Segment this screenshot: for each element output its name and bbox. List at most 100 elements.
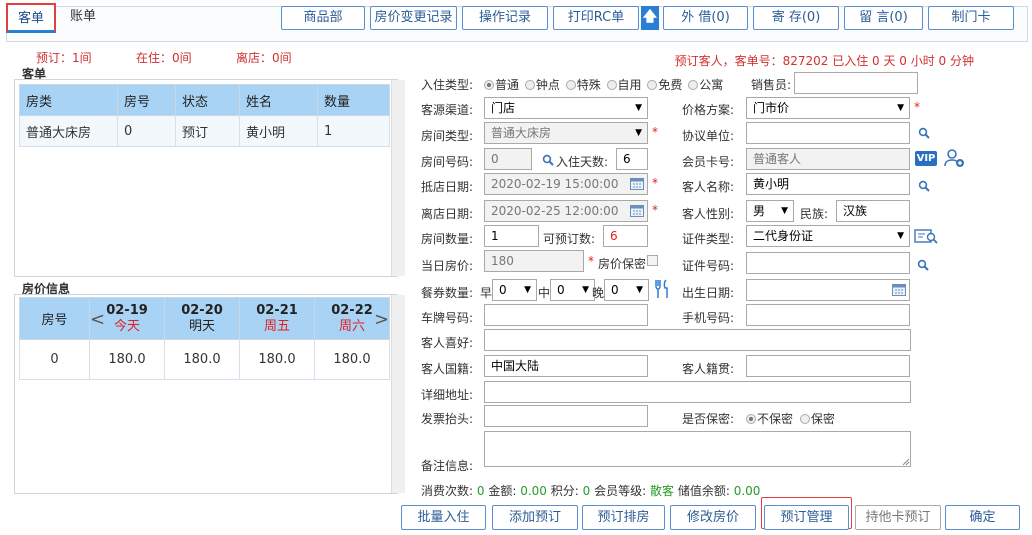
guest-name-label: 客人名称: [682,180,735,194]
guest-table-header: 房类 房号 状态 姓名 数量 [19,84,390,116]
price-panel-scrollbar[interactable] [391,295,405,493]
tab-bill[interactable]: 账单 [60,3,106,33]
calendar-icon[interactable] [892,283,906,296]
borrow-button[interactable]: 外 借(0) [663,6,748,30]
invoice-input[interactable] [484,405,648,427]
make-card-button[interactable]: 制门卡 [928,6,1014,30]
print-rc-button[interactable]: 打印RC单 [553,6,639,30]
batch-checkin-button[interactable]: 批量入住 [401,505,486,530]
phone-label: 手机号码: [682,311,735,325]
rate-input[interactable]: 180 [484,250,584,272]
room-count-input[interactable]: 1 [484,225,539,247]
remark-textarea[interactable] [484,431,911,467]
calendar-icon[interactable] [630,177,644,190]
room-type-label: 房间类型: [421,129,474,143]
radio-hourly[interactable] [524,80,535,90]
col-status: 状态 [175,84,240,116]
status-in-house: 在住：0间 [136,51,192,65]
id-type-select[interactable]: 二代身份证 [746,225,910,247]
nationality-input[interactable]: 中国大陆 [484,355,648,377]
add-booking-button[interactable]: 添加预订 [492,505,578,530]
col-room-no: 房号 [117,84,176,116]
radio-not-secret[interactable] [746,414,756,424]
table-row[interactable]: 普通大床房 0 预订 黄小明 1 [19,115,390,147]
room-type-select[interactable]: 普通大床房 [484,122,648,144]
required-marker: * [914,100,920,114]
fork-knife-icon[interactable] [654,279,670,299]
arrival-input[interactable]: 2020-02-19 15:00:00 [484,173,648,195]
modify-rate-button[interactable]: 修改房价 [670,505,756,530]
stat-balance-label: 储值余额: [677,484,730,498]
radio-free[interactable] [647,80,658,90]
radio-special[interactable] [565,80,576,90]
up-arrow-icon[interactable]: 🡅 [641,6,659,30]
breakfast-late-select[interactable]: 0 [604,279,649,301]
id-reader-icon[interactable] [914,229,938,244]
salesperson-label: 销售员: [751,78,792,92]
calendar-icon[interactable] [630,204,644,217]
guest-name-input[interactable]: 黄小明 [746,173,910,195]
booking-manage-button[interactable]: 预订管理 [764,505,849,530]
id-no-input[interactable] [746,252,910,274]
radio-self-use[interactable] [606,80,617,90]
add-user-icon[interactable] [943,148,965,168]
address-input[interactable] [484,381,911,403]
rate-secret-checkbox[interactable] [647,255,658,266]
breakfast-early-select[interactable]: 0 [492,279,537,301]
stat-points-label: 积分: [550,484,579,498]
price-log-button[interactable]: 房价变更记录 [370,6,457,30]
radio-apartment[interactable] [688,80,699,90]
member-stats: 消费次数: 0 金额: 0.00 积分: 0 会员等级: 散客 储值余额: 0.… [421,482,760,499]
phone-input[interactable] [746,304,910,326]
message-button[interactable]: 留 言(0) [844,6,923,30]
other-card-booking-button[interactable]: 持他卡预订 [855,505,941,530]
operation-log-button[interactable]: 操作记录 [462,6,548,30]
hobby-input[interactable] [484,329,911,351]
prev-date-icon[interactable]: < [90,309,105,330]
bookable-input[interactable]: 6 [603,225,648,247]
salesperson-input[interactable] [794,72,918,94]
stat-level: 散客 [649,484,674,498]
search-icon[interactable] [917,259,929,271]
vip-icon[interactable]: VIP [915,151,937,166]
day-4: 周六 [338,318,365,334]
gender-select[interactable]: 男 [746,200,794,222]
guest-table: 房类 房号 状态 姓名 数量 普通大床房 0 预订 黄小明 1 [19,84,390,147]
search-icon[interactable] [542,154,554,166]
next-date-icon[interactable]: > [374,309,389,330]
departure-input[interactable]: 2020-02-25 12:00:00 [484,200,648,222]
birthday-input[interactable] [746,279,910,301]
cell-name: 黄小明 [239,115,318,147]
price-cell-2: 180.0 [164,339,240,380]
search-icon[interactable] [918,180,930,192]
booking-rooms-button[interactable]: 预订排房 [582,505,665,530]
radio-self-use-label: 自用 [617,78,642,92]
guest-panel-scrollbar[interactable] [391,80,405,276]
breakfast-mid-select[interactable]: 0 [550,279,595,301]
hobby-label: 客人喜好: [421,336,474,350]
plate-input[interactable] [484,304,648,326]
col-room-type: 房类 [19,84,118,116]
stat-count-label: 消费次数: [421,484,474,498]
resize-handle-icon[interactable] [902,458,910,466]
radio-not-secret-label: 不保密 [757,412,794,426]
deposit-button[interactable]: 寄 存(0) [753,6,839,30]
col-price-room: 房号 [19,297,90,340]
ethnic-input[interactable]: 汉族 [836,200,910,222]
native-place-input[interactable] [746,355,910,377]
items-button[interactable]: 商品部 [281,6,365,30]
radio-normal[interactable] [484,80,494,90]
source-select[interactable]: 门店 [484,97,648,119]
member-card-input[interactable]: 普通客人 [746,148,910,170]
required-marker: * [652,203,658,217]
radio-secret[interactable] [799,414,810,424]
search-icon[interactable] [918,127,930,139]
confirm-button[interactable]: 确定 [945,505,1020,530]
tab-guest[interactable]: 客单 [6,3,57,33]
agreement-input[interactable] [746,122,910,144]
price-plan-select[interactable]: 门市价 [746,97,910,119]
room-no-input[interactable]: 0 [484,148,532,170]
date-3: 02-21 [256,302,298,318]
stay-days-input[interactable]: 6 [616,148,648,170]
radio-secret-label: 保密 [810,412,835,426]
